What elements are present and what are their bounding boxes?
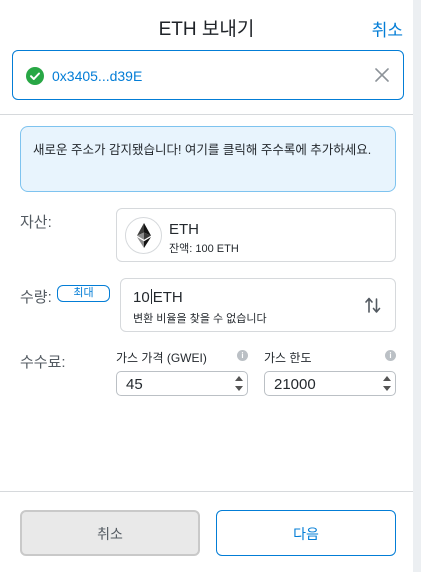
close-icon[interactable] <box>373 66 391 84</box>
next-button[interactable]: 다음 <box>216 510 396 556</box>
info-icon[interactable]: i <box>385 350 396 361</box>
max-button[interactable]: 최대 <box>57 285 110 302</box>
header-cancel-link[interactable]: 취소 <box>372 16 403 41</box>
new-address-notice[interactable]: 새로운 주소가 감지됐습니다! 여기를 클릭해 주수록에 추가하세요. <box>20 126 396 192</box>
page-title: ETH 보내기 <box>158 19 255 40</box>
gas-limit-label: 가스 한도 <box>264 351 312 365</box>
amount-unit: ETH <box>152 289 183 306</box>
info-icon[interactable]: i <box>237 350 248 361</box>
footer-divider <box>0 491 413 492</box>
amount-field[interactable]: 10 ETH 변환 비율을 찾을 수 없습니다 <box>120 278 396 332</box>
recipient-address: 0x3405...d39E <box>52 68 143 84</box>
eth-icon <box>125 217 162 254</box>
asset-balance: 잔액: 100 ETH <box>169 243 239 255</box>
asset-name: ETH <box>169 221 199 238</box>
gas-limit-value: 21000 <box>274 376 316 393</box>
gas-limit-input[interactable]: 21000 <box>264 371 396 396</box>
gas-price-value: 45 <box>126 376 143 393</box>
conversion-note: 변환 비율을 찾을 수 없습니다 <box>133 313 267 325</box>
divider <box>0 114 413 115</box>
check-circle-icon <box>26 67 44 85</box>
gas-price-input[interactable]: 45 <box>116 371 248 396</box>
send-eth-popup: ETH 보내기 취소 0x3405...d39E 새로운 주소가 감지됐습니다!… <box>0 0 413 572</box>
swap-arrows-icon[interactable] <box>365 296 381 314</box>
amount-value[interactable]: 10 <box>133 289 150 306</box>
stepper-arrows-icon[interactable] <box>383 375 391 393</box>
asset-label: 자산: <box>20 214 52 231</box>
amount-label: 수량: <box>20 289 52 306</box>
text-caret <box>150 289 152 304</box>
asset-selector[interactable]: ETH 잔액: 100 ETH <box>116 208 396 262</box>
gas-price-label: 가스 가격 (GWEI) <box>116 351 207 365</box>
header: ETH 보내기 취소 <box>0 0 413 48</box>
recipient-field[interactable]: 0x3405...d39E <box>12 50 404 100</box>
fee-label: 수수료: <box>20 354 66 371</box>
stepper-arrows-icon[interactable] <box>235 375 243 393</box>
scrollbar-track[interactable] <box>413 0 421 572</box>
cancel-button[interactable]: 취소 <box>20 510 200 556</box>
